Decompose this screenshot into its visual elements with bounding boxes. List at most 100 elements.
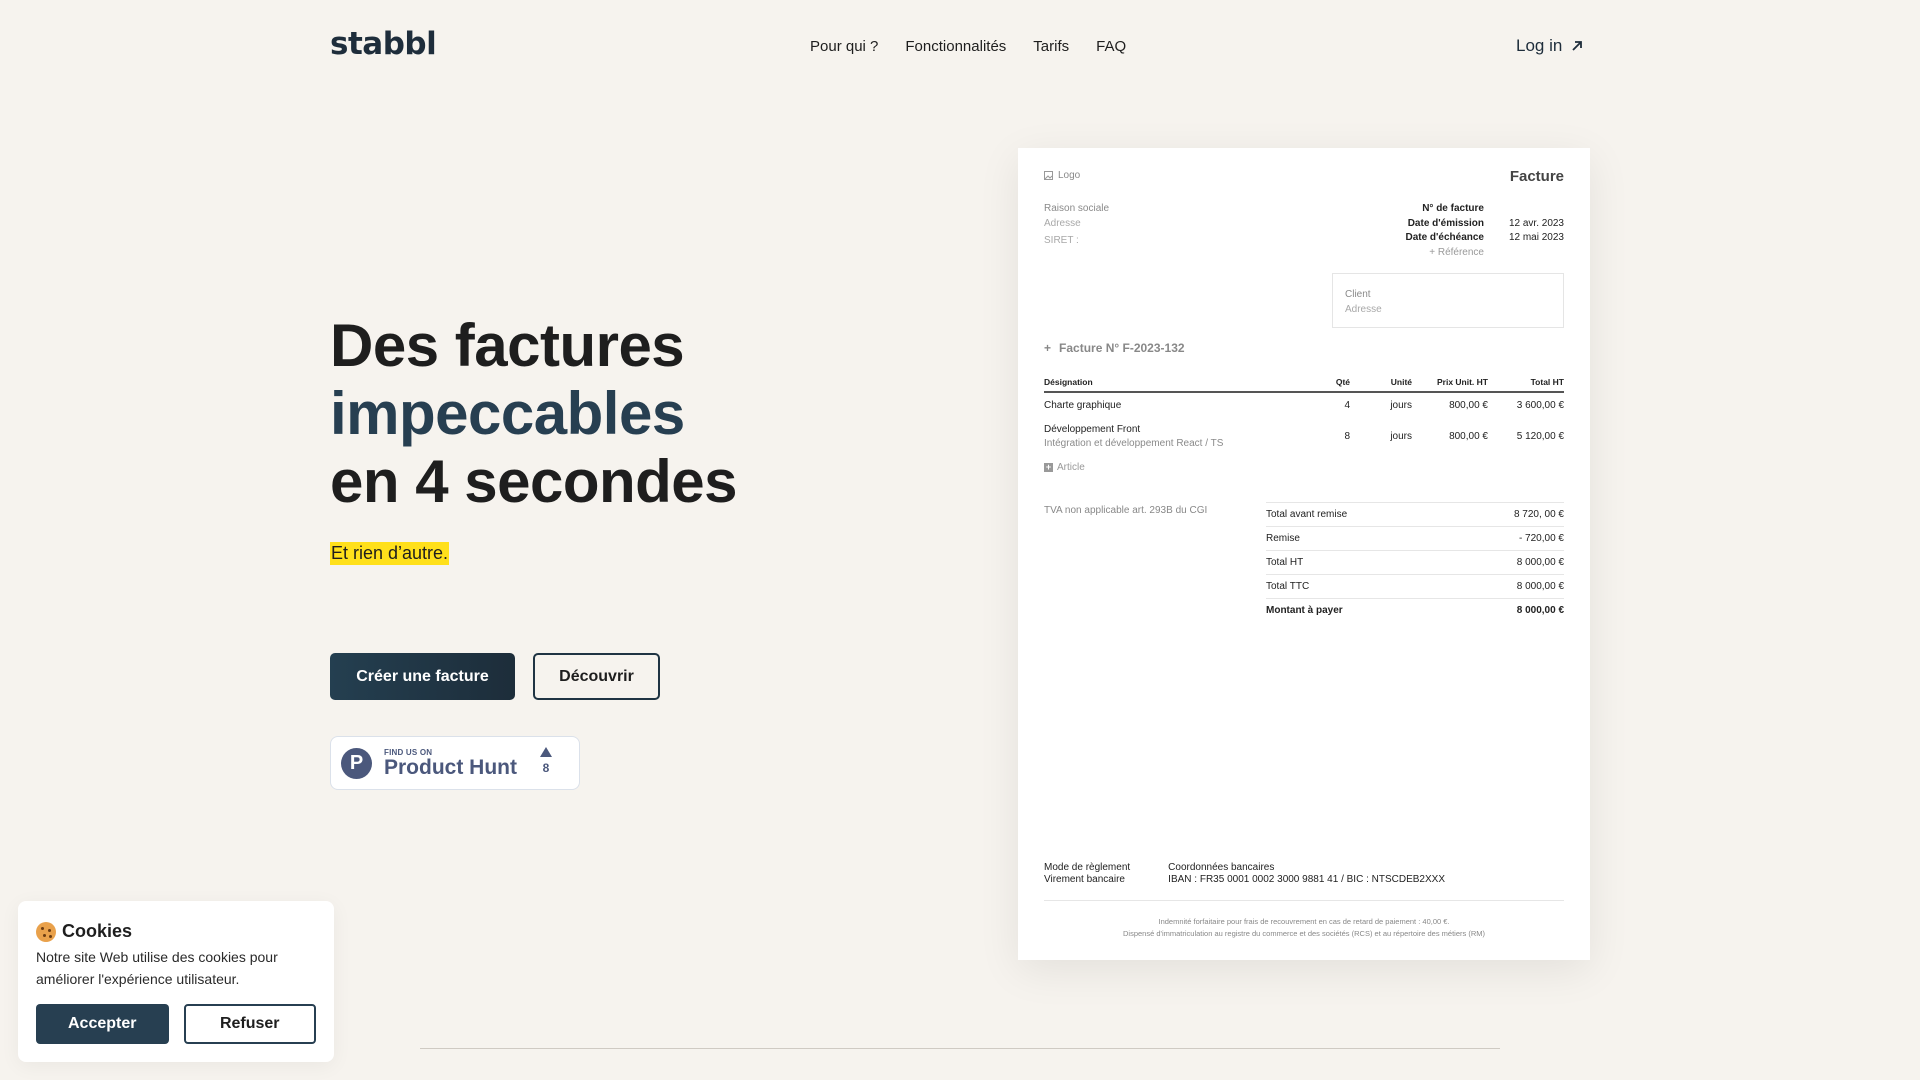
nav-fonctionnalites[interactable]: Fonctionnalités: [905, 38, 1006, 55]
upvote-count: 8: [542, 761, 550, 775]
nav-pour-qui[interactable]: Pour qui ?: [810, 38, 878, 55]
invoice-preview: Logo Facture Raison sociale Adresse SIRE…: [1018, 148, 1590, 960]
invoice-number-label: Facture N° F-2023-132: [1059, 341, 1185, 355]
hero-tagline: Et rien d’autre.: [330, 542, 450, 565]
col-total: Total HT: [1530, 377, 1564, 387]
meta-label: Date d'échéance: [1405, 232, 1484, 243]
total-label: Total HT: [1266, 557, 1304, 568]
invoice-logo-placeholder: Logo: [1044, 170, 1080, 181]
nav-tarifs[interactable]: Tarifs: [1033, 38, 1069, 55]
invoice-payment: Mode de règlement Virement bancaire Coor…: [1044, 862, 1445, 886]
meta-row: N° de facture: [1324, 202, 1564, 217]
meta-row: Date d'émission 12 avr. 2023: [1324, 217, 1564, 232]
company-address: Adresse: [1044, 218, 1081, 229]
amount-due-row: Montant à payer 8 000,00 €: [1266, 598, 1564, 622]
plus-icon: +: [1044, 341, 1052, 355]
hero-line-1: Des factures: [330, 312, 685, 379]
total-label: Total TTC: [1266, 581, 1310, 592]
create-invoice-button[interactable]: Créer une facture: [330, 653, 515, 700]
product-hunt-text: FIND US ON Product Hunt: [384, 748, 517, 779]
total-row: Remise - 720,00 €: [1266, 526, 1564, 550]
nav-faq[interactable]: FAQ: [1096, 38, 1126, 55]
invoice-client-box: Client Adresse: [1332, 273, 1564, 328]
total-label: Remise: [1266, 533, 1300, 544]
col-qty: Qté: [1335, 377, 1350, 387]
row-unit: jours: [1390, 400, 1412, 411]
plus-square-icon: +: [1044, 462, 1053, 472]
cookie-title: Cookies: [36, 921, 316, 942]
cookie-icon: [36, 921, 56, 942]
add-reference-link[interactable]: + Référence: [1324, 246, 1484, 261]
meta-value: 12 avr. 2023: [1508, 217, 1564, 229]
refuse-cookies-button[interactable]: Refuser: [183, 1004, 316, 1044]
bank-label: Coordonnées bancaires: [1168, 862, 1275, 873]
image-icon: [1044, 170, 1053, 180]
row-price: 800,00 €: [1449, 400, 1488, 411]
total-row: Total HT 8 000,00 €: [1266, 550, 1564, 574]
main-nav: Pour qui ? Fonctionnalités Tarifs FAQ: [810, 38, 1126, 55]
row-designation-block: Développement Front Intégration et dével…: [1044, 423, 1310, 451]
meta-row: + Référence: [1324, 246, 1564, 261]
invoice-totals: Total avant remise 8 720, 00 € Remise - 72…: [1266, 502, 1564, 622]
col-unit: Unité: [1390, 377, 1412, 387]
tva-note: TVA non applicable art. 293B du CGI: [1044, 505, 1208, 516]
row-total: 5 120,00 €: [1516, 431, 1564, 442]
company-siret: SIRET :: [1044, 235, 1079, 246]
hero-heading-block: Des factures impeccables en 4 secondes: [330, 312, 738, 516]
col-designation: Désignation: [1044, 377, 1093, 387]
meta-value: 12 mai 2023: [1508, 232, 1564, 243]
invoice-number: + Facture N° F-2023-132: [1044, 341, 1185, 355]
meta-label: Date d'émission: [1407, 217, 1484, 229]
bank-details: Coordonnées bancaires IBAN : FR35 0001 0…: [1168, 862, 1445, 886]
total-label: Montant à payer: [1266, 605, 1343, 616]
col-unit-price: Prix Unit. HT: [1436, 377, 1488, 387]
hero-line-2: impeccables: [330, 380, 685, 447]
row-designation: Développement Front: [1044, 424, 1141, 435]
row-designation: Charte graphique: [1044, 400, 1122, 411]
row-total: 3 600,00 €: [1516, 400, 1564, 411]
product-hunt-votes: 8: [540, 747, 552, 775]
payment-mode-value: Virement bancaire: [1044, 874, 1125, 885]
total-value: 8 000,00 €: [1516, 605, 1564, 616]
row-price: 800,00 €: [1449, 431, 1488, 442]
row-detail: Intégration et développement React / TS: [1044, 438, 1224, 449]
invoice-title: Facture: [1509, 168, 1564, 185]
invoice-meta: N° de facture Date d'émission 12 avr. 202…: [1324, 202, 1564, 260]
cookie-text: Notre site Web utilise des cookies pour …: [36, 949, 278, 987]
meta-row: Date d'échéance 12 mai 2023: [1324, 231, 1564, 246]
brand-logo[interactable]: stabbl: [330, 26, 437, 62]
total-value: - 720,00 €: [1518, 533, 1564, 544]
total-label: Total avant remise: [1266, 509, 1348, 520]
total-value: 8 000,00 €: [1516, 581, 1564, 592]
bank-value: IBAN : FR35 0001 0002 3000 9881 41 / BIC…: [1168, 874, 1445, 885]
login-label: Log in: [1516, 36, 1563, 55]
cookie-banner: Cookies Notre site Web utilise des cooki…: [18, 901, 334, 1062]
product-hunt-logo-icon: P: [341, 747, 372, 779]
row-qty: 8: [1344, 431, 1350, 442]
table-row: Charte graphique 4 jours 800,00 € 3 600,…: [1044, 393, 1564, 418]
meta-value: [1484, 202, 1564, 217]
cookie-title-label: Cookies: [62, 921, 133, 941]
client-label: Client: [1345, 289, 1371, 300]
accept-cookies-button[interactable]: Accepter: [36, 1004, 169, 1044]
client-address: Adresse: [1345, 304, 1382, 315]
row-unit: jours: [1390, 431, 1412, 442]
cookie-actions: Accepter Refuser: [36, 1004, 316, 1044]
legal-line-2: Dispensé d'immatriculation au registre d…: [1123, 929, 1485, 938]
row-qty: 4: [1344, 400, 1350, 411]
arrow-up-right-icon: [1572, 41, 1583, 51]
product-hunt-badge[interactable]: P FIND US ON Product Hunt 8: [330, 736, 580, 790]
discover-button[interactable]: Découvrir: [533, 653, 660, 700]
total-row: Total TTC 8 000,00 €: [1266, 574, 1564, 598]
invoice-table: Désignation Qté Unité Prix Unit. HT Tota…: [1044, 373, 1564, 456]
payment-mode-label: Mode de règlement: [1044, 862, 1131, 873]
upvote-triangle-icon: [540, 747, 552, 757]
invoice-legal: Indemnité forfaitaire pour frais de reco…: [1044, 916, 1564, 940]
product-hunt-name: Product Hunt: [384, 755, 517, 779]
table-row: Développement Front Intégration et dével…: [1044, 418, 1564, 456]
total-value: 8 720, 00 €: [1513, 509, 1564, 520]
login-link[interactable]: Log in: [1516, 36, 1584, 56]
invoice-logo-label: Logo: [1058, 170, 1081, 181]
add-article-button[interactable]: + Article: [1044, 462, 1085, 473]
total-value: 8 000,00 €: [1516, 557, 1564, 568]
